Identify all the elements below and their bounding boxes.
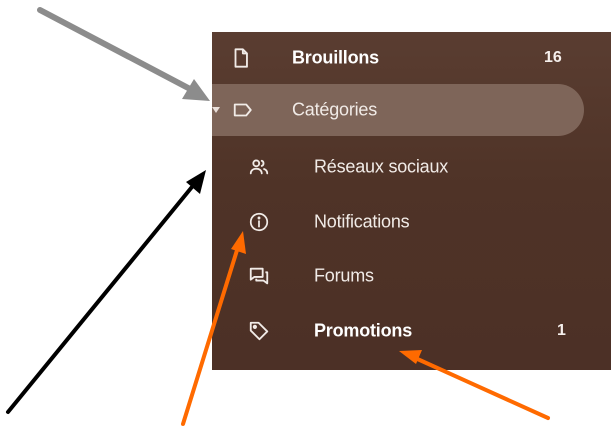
people-icon — [248, 156, 270, 178]
sidebar-item-forums[interactable]: Forums — [212, 250, 611, 302]
sidebar-item-brouillons[interactable]: Brouillons 16 — [212, 32, 611, 84]
expand-arrow-icon[interactable] — [212, 107, 220, 113]
label-icon — [232, 99, 254, 121]
draft-file-icon — [230, 47, 252, 69]
info-icon — [248, 211, 270, 233]
sidebar-item-categories[interactable]: Catégories — [212, 84, 611, 136]
sidebar-item-reseaux-sociaux[interactable]: Réseaux sociaux — [212, 141, 611, 193]
unread-count: 16 — [544, 49, 562, 66]
sidebar-item-label: Promotions — [314, 320, 413, 341]
sidebar-item-label: Réseaux sociaux — [314, 156, 449, 177]
black-arrow — [6, 170, 206, 414]
sidebar-item-label: Notifications — [314, 211, 410, 232]
sidebar-item-label: Forums — [314, 265, 374, 286]
forum-icon — [248, 265, 270, 287]
gray-arrow — [37, 7, 210, 101]
sidebar-item-label: Catégories — [292, 99, 378, 120]
unread-count: 1 — [557, 322, 566, 339]
sidebar-panel: Brouillons 16 Catégories Réseaux sociaux — [212, 32, 611, 370]
sidebar-item-notifications[interactable]: Notifications — [212, 196, 611, 248]
sidebar-item-label: Brouillons — [292, 47, 379, 68]
sidebar-item-promotions[interactable]: Promotions 1 — [212, 305, 611, 357]
tag-icon — [248, 320, 270, 342]
